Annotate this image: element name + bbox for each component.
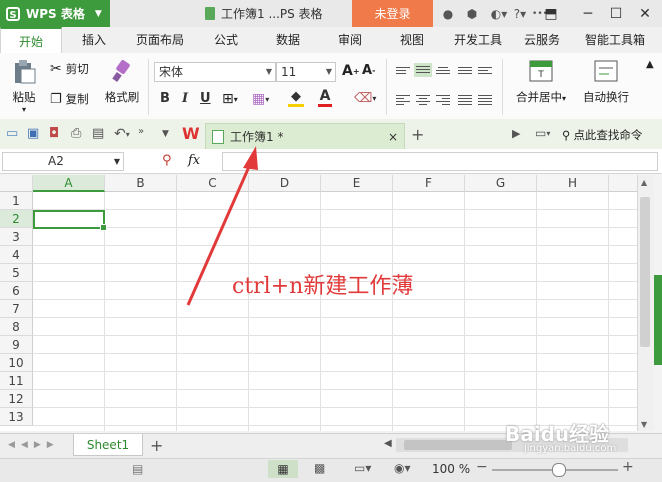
baidu-watermark-url: jingyan.baidu.com — [524, 443, 617, 454]
zoom-slider-thumb[interactable] — [552, 463, 566, 477]
sheet-nav-icons[interactable]: ◀◀▶▶ — [8, 440, 60, 450]
sheet-status-icon: ▤ — [132, 462, 144, 476]
zoom-in-button[interactable]: + — [622, 459, 634, 475]
scroll-left-icon[interactable]: ◀ — [384, 438, 392, 449]
page-layout-view-icon[interactable]: ▭▾ — [354, 461, 371, 475]
zoom-out-button[interactable]: − — [476, 459, 488, 475]
normal-view-icon[interactable]: ▦ — [268, 460, 298, 478]
page-break-view-icon[interactable]: ▩ — [314, 461, 325, 475]
reading-mode-icon[interactable]: ◉▾ — [394, 461, 411, 475]
sheet-tab-sheet1[interactable]: Sheet1 — [73, 434, 143, 456]
horizontal-scroll-thumb[interactable] — [404, 440, 512, 450]
zoom-level[interactable]: 100 % — [432, 462, 470, 476]
annotation-arrow — [186, 146, 258, 306]
add-sheet-button[interactable]: + — [150, 436, 163, 455]
annotation-text: ctrl+n新建工作薄 — [232, 274, 414, 299]
